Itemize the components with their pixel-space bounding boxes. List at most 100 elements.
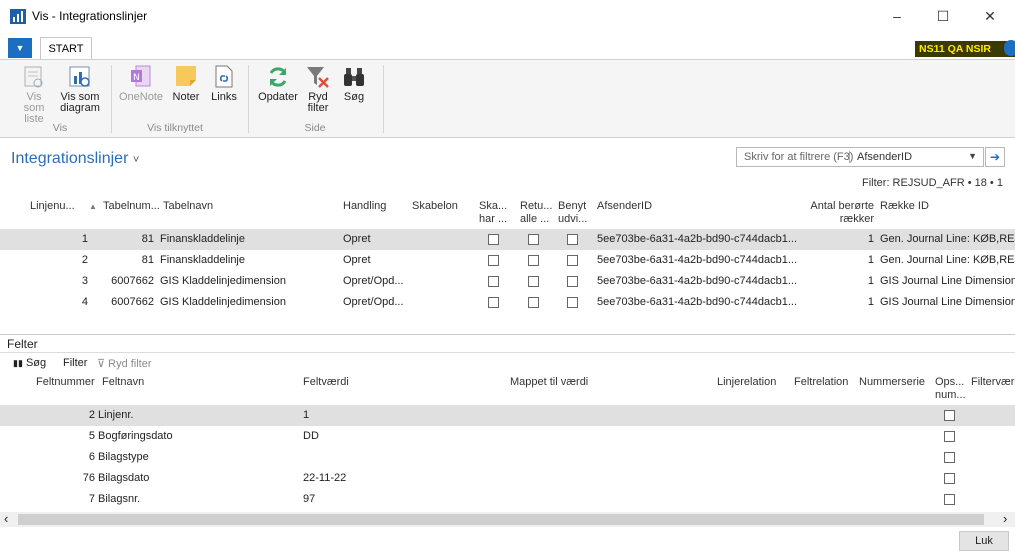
close-button[interactable]: Luk bbox=[959, 531, 1009, 551]
col-handling[interactable]: Handling bbox=[343, 200, 386, 213]
checkbox-benyt[interactable] bbox=[567, 234, 578, 245]
search-label: Søg bbox=[343, 91, 365, 103]
col-ops[interactable]: Ops... num... bbox=[935, 376, 969, 402]
col-filtervaerdi[interactable]: Filterværdi bbox=[971, 376, 1015, 389]
checkbox-ops[interactable] bbox=[944, 410, 955, 421]
checkbox-benyt[interactable] bbox=[567, 297, 578, 308]
checkbox-ops[interactable] bbox=[944, 431, 955, 442]
scroll-right-icon[interactable]: › bbox=[1003, 512, 1007, 526]
view-as-chart-button[interactable]: Vis som diagram bbox=[57, 64, 103, 114]
scrollbar-thumb[interactable] bbox=[18, 514, 984, 525]
list-item[interactable] bbox=[0, 489, 1015, 510]
checkbox-retu[interactable] bbox=[528, 234, 539, 245]
felter-search-button[interactable]: ▮▮ Søg bbox=[13, 357, 46, 369]
col-tabelnavn[interactable]: Tabelnavn bbox=[163, 200, 213, 213]
col-feltrelation[interactable]: Feltrelation bbox=[794, 376, 848, 389]
cell-linjenr: 1 bbox=[81, 233, 88, 245]
close-window-button[interactable]: ✕ bbox=[967, 0, 1013, 32]
app-menu-button[interactable]: ▼ bbox=[8, 38, 32, 58]
checkbox-retu[interactable] bbox=[528, 276, 539, 287]
checkbox-ops[interactable] bbox=[944, 473, 955, 484]
cell-afsenderid: 5ee703be-6a31-4a2b-bd90-c744dacb1... bbox=[597, 296, 797, 308]
checkbox-retu[interactable] bbox=[528, 297, 539, 308]
col-retu[interactable]: Retu... alle ... bbox=[520, 200, 554, 226]
sort-ascending-icon: ▲ bbox=[89, 202, 97, 211]
apply-filter-arrow-icon[interactable]: ➔ bbox=[985, 147, 1005, 167]
cell-feltvaerdi: 97 bbox=[303, 493, 316, 505]
search-button[interactable]: Søg bbox=[338, 64, 370, 103]
list-item[interactable] bbox=[0, 468, 1015, 489]
maximize-button[interactable]: ☐ bbox=[920, 0, 966, 32]
group-label-vis: Vis bbox=[52, 122, 68, 134]
cell-antal: 1 bbox=[867, 296, 874, 308]
col-benyt[interactable]: Benyt udvi... bbox=[558, 200, 590, 226]
col-linjerelation[interactable]: Linjerelation bbox=[717, 376, 776, 389]
checkbox-ska[interactable] bbox=[488, 234, 499, 245]
link-icon bbox=[210, 64, 238, 90]
cell-feltnummer: 7 bbox=[88, 493, 95, 505]
checkbox-ska[interactable] bbox=[488, 276, 499, 287]
checkbox-benyt[interactable] bbox=[567, 276, 578, 287]
list-item[interactable] bbox=[0, 447, 1015, 468]
chevron-down-icon[interactable]: ▼ bbox=[968, 151, 977, 161]
checkbox-benyt[interactable] bbox=[567, 255, 578, 266]
help-icon[interactable] bbox=[1004, 40, 1015, 56]
checkbox-ska[interactable] bbox=[488, 297, 499, 308]
cell-tabelnavn: GIS Kladdelinjedimension bbox=[160, 275, 286, 287]
notes-button[interactable]: Noter bbox=[168, 64, 204, 103]
ribbon-separator bbox=[248, 65, 249, 133]
onenote-button[interactable]: N OneNote bbox=[117, 64, 165, 103]
col-nummerserie[interactable]: Nummerserie bbox=[859, 376, 925, 389]
window-title: Vis - Integrationslinjer bbox=[32, 9, 148, 23]
refresh-button[interactable]: Opdater bbox=[255, 64, 301, 103]
company-badge: NS11 QA NSIR EtE bbox=[915, 41, 1015, 71]
cell-linjenr: 3 bbox=[81, 275, 88, 287]
cell-raekke-id: GIS Journal Line Dimension: 8 bbox=[880, 296, 1015, 308]
cell-tabelnavn: GIS Kladdelinjedimension bbox=[160, 296, 286, 308]
col-ska[interactable]: Ska... har ... bbox=[479, 200, 511, 226]
cell-raekke-id: Gen. Journal Line: KØB,REJSU... bbox=[880, 233, 1015, 245]
view-as-list-button[interactable]: Vis som liste bbox=[14, 64, 54, 125]
filter-field-select[interactable]: AfsenderID bbox=[857, 151, 912, 163]
svg-text:N: N bbox=[133, 73, 140, 83]
cell-feltnummer: 6 bbox=[88, 451, 95, 463]
cell-afsenderid: 5ee703be-6a31-4a2b-bd90-c744dacb1... bbox=[597, 233, 797, 245]
scroll-left-icon[interactable]: ‹ bbox=[4, 512, 8, 526]
felter-title: Felter bbox=[7, 337, 38, 351]
page-title[interactable]: Integrationslinjer ˅ bbox=[11, 150, 139, 168]
checkbox-ops[interactable] bbox=[944, 494, 955, 505]
col-feltvaerdi[interactable]: Feltværdi bbox=[303, 376, 349, 389]
binoculars-icon: ▮▮ bbox=[13, 358, 23, 368]
page-title-dropdown-icon: ˅ bbox=[132, 154, 140, 166]
checkbox-ska[interactable] bbox=[488, 255, 499, 266]
cell-feltnavn: Bilagsnr. bbox=[98, 493, 141, 505]
cell-tabelnummer: 6007662 bbox=[111, 275, 154, 287]
felter-filter-button[interactable]: Filter bbox=[63, 357, 87, 369]
col-antal[interactable]: Antal berørte rækker bbox=[790, 200, 874, 226]
col-feltnummer[interactable]: Feltnummer bbox=[36, 376, 95, 389]
col-linjenr[interactable]: Linjenu... bbox=[30, 200, 75, 213]
col-mappet[interactable]: Mappet til værdi bbox=[510, 376, 588, 389]
cell-linjenr: 4 bbox=[81, 296, 88, 308]
tab-start[interactable]: START bbox=[40, 37, 92, 60]
cell-feltvaerdi: 1 bbox=[303, 409, 310, 421]
felter-clear-filter-button[interactable]: ⊽ Ryd filter bbox=[97, 357, 152, 370]
list-view-icon bbox=[20, 64, 48, 90]
filter-search-box[interactable]: Skriv for at filtrere (F3) AfsenderID ▼ bbox=[736, 147, 984, 167]
minimize-button[interactable]: – bbox=[874, 0, 920, 32]
group-label-vis-tilknyttet: Vis tilknyttet bbox=[147, 122, 203, 134]
col-raekke-id[interactable]: Række ID bbox=[880, 200, 929, 213]
list-item[interactable] bbox=[0, 405, 1015, 426]
col-feltnavn[interactable]: Feltnavn bbox=[102, 376, 144, 389]
group-label-side: Side bbox=[304, 122, 326, 134]
links-button[interactable]: Links bbox=[208, 64, 240, 103]
section-divider bbox=[0, 334, 1015, 335]
checkbox-retu[interactable] bbox=[528, 255, 539, 266]
col-afsenderid[interactable]: AfsenderID bbox=[597, 200, 652, 213]
onenote-label: OneNote bbox=[118, 91, 164, 103]
clear-filter-button[interactable]: Ryd filter bbox=[302, 64, 334, 114]
col-skabelon[interactable]: Skabelon bbox=[412, 200, 458, 213]
checkbox-ops[interactable] bbox=[944, 452, 955, 463]
title-bar bbox=[0, 0, 1015, 32]
col-tabelnummer[interactable]: Tabelnum... bbox=[103, 200, 160, 213]
